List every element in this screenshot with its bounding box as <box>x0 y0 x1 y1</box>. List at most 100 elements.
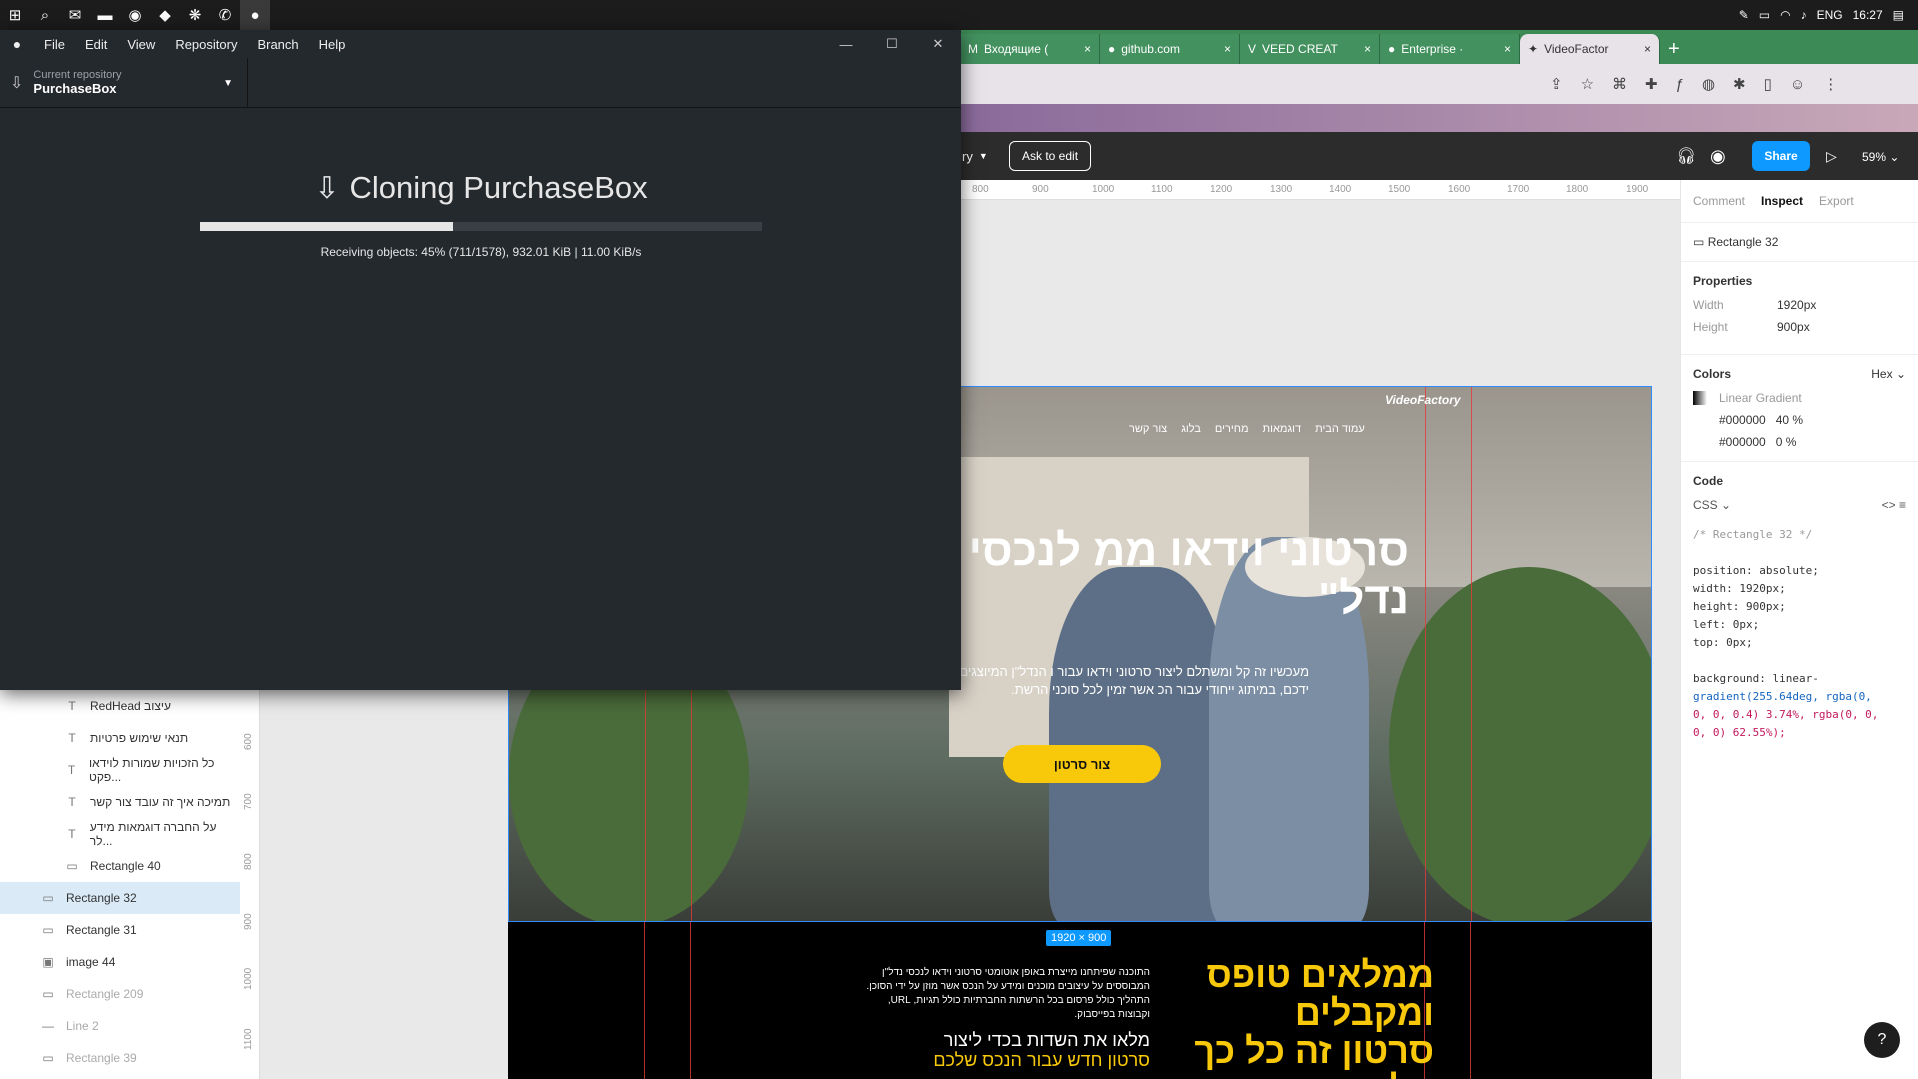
layer-item[interactable]: ▭ Rectangle 31 <box>0 914 240 946</box>
css-code-block[interactable]: /* Rectangle 32 */ position: absolute; w… <box>1693 526 1906 742</box>
layer-item[interactable]: ▣ image 44 <box>0 946 240 978</box>
file-explorer-icon[interactable]: ▬ <box>90 0 120 30</box>
minimize-icon[interactable]: — <box>823 30 869 58</box>
mail-icon[interactable]: ✉ <box>60 0 90 30</box>
bookmark-star-icon[interactable]: ☆ <box>1581 75 1594 93</box>
headphones-icon[interactable]: 🎧︎ <box>1676 146 1696 166</box>
nav-item[interactable]: צור קשר <box>1129 423 1167 435</box>
taskbar: ⊞ ⌕ ✉ ▬ ◉ ◆ ❋ ✆ ● ✎ ▭ ◠ ♪ ENG 16:27 ▤ <box>0 0 1918 30</box>
chrome-tab[interactable]: ● Enterprise · × <box>1380 34 1520 64</box>
layer-item[interactable]: T תנאי שימוש פרטיות <box>0 722 240 754</box>
properties-heading: Properties <box>1693 274 1753 288</box>
tab-label: Входящие ( <box>984 42 1049 56</box>
file-name-caret[interactable]: ry <box>962 149 973 164</box>
clock[interactable]: 16:27 <box>1853 8 1883 22</box>
close-icon[interactable]: × <box>1224 42 1231 56</box>
layer-item[interactable]: T כל הזכויות שמורות לוידאו פקט... <box>0 754 240 786</box>
pen-icon[interactable]: ✎ <box>1739 8 1749 22</box>
chrome-tab-active[interactable]: ✦ VideoFactor × <box>1520 34 1660 64</box>
tab-comment[interactable]: Comment <box>1693 194 1745 208</box>
whatsapp-icon[interactable]: ✆ <box>210 0 240 30</box>
create-video-button[interactable]: צור סרטון <box>1003 745 1161 783</box>
search-icon[interactable]: ⌕ <box>30 0 60 30</box>
nav-item[interactable]: מחירים <box>1215 423 1249 435</box>
menu-repository[interactable]: Repository <box>165 37 247 52</box>
layer-item[interactable]: T על החברה דוגמאות מידע לר... <box>0 818 240 850</box>
app-icon[interactable]: ❋ <box>180 0 210 30</box>
extension-icon[interactable]: ✚ <box>1645 75 1658 93</box>
maximize-icon[interactable]: ☐ <box>869 30 915 58</box>
vscode-icon[interactable]: ◆ <box>150 0 180 30</box>
menu-icon[interactable]: ⋮ <box>1823 75 1838 93</box>
width-value[interactable]: 1920px <box>1777 298 1816 312</box>
chevron-down-icon[interactable]: ▼ <box>979 151 988 161</box>
language-indicator[interactable]: ENG <box>1817 8 1843 22</box>
help-button[interactable]: ? <box>1864 1022 1900 1058</box>
code-line: position: absolute; <box>1693 564 1819 577</box>
chrome-tab[interactable]: ● github.com × <box>1100 34 1240 64</box>
volume-icon[interactable]: ♪ <box>1801 8 1807 22</box>
menu-edit[interactable]: Edit <box>75 37 117 52</box>
menu-view[interactable]: View <box>117 37 165 52</box>
code-line: 0, 0) 62.55%); <box>1693 726 1786 739</box>
nav-item[interactable]: עמוד הבית <box>1315 423 1365 435</box>
close-icon[interactable]: ✕ <box>915 30 961 58</box>
zoom-value: 59% <box>1862 150 1887 164</box>
color-format-dropdown[interactable]: Hex ⌄ <box>1871 367 1906 381</box>
user-avatar[interactable]: ◉ <box>1710 146 1726 167</box>
zoom-level[interactable]: 59% ⌄ <box>1862 150 1899 164</box>
extension-icon[interactable]: ◍ <box>1702 75 1715 93</box>
new-tab-button[interactable]: + <box>1660 34 1700 64</box>
ruler-label: 1700 <box>1507 184 1530 195</box>
tab-inspect[interactable]: Inspect <box>1761 194 1803 208</box>
close-icon[interactable]: × <box>1644 42 1651 56</box>
battery-icon[interactable]: ▭ <box>1759 8 1770 22</box>
layer-item[interactable]: ▭ Rectangle 39 <box>0 1042 240 1074</box>
menu-branch[interactable]: Branch <box>247 37 308 52</box>
present-play-icon[interactable]: ▷ <box>1826 148 1837 165</box>
tab-label: VEED CREAT <box>1262 42 1338 56</box>
extension-icon[interactable]: ƒ <box>1676 76 1684 93</box>
translate-icon[interactable]: ⌘ <box>1612 75 1627 93</box>
code-view-icon[interactable]: <> <box>1882 498 1896 512</box>
gradient-stop-color[interactable]: #000000 <box>1719 413 1766 427</box>
ask-to-edit-button[interactable]: Ask to edit <box>1009 141 1092 171</box>
github-desktop-window: ● File Edit View Repository Branch Help … <box>0 30 961 690</box>
nav-item[interactable]: דוגמאות <box>1263 423 1302 435</box>
chrome-tab[interactable]: V VEED CREAT × <box>1240 34 1380 64</box>
layer-item[interactable]: T RedHead עיצוב <box>0 690 240 722</box>
menu-help[interactable]: Help <box>309 37 356 52</box>
close-icon[interactable]: × <box>1504 42 1511 56</box>
chrome-icon[interactable]: ◉ <box>120 0 150 30</box>
layer-item-selected[interactable]: ▭ Rectangle 32 <box>0 882 240 914</box>
dropdown-caret-icon: ▼ <box>223 78 233 89</box>
code-line: gradient(255.64deg, rgba(0, <box>1693 690 1872 703</box>
list-view-icon[interactable]: ≡ <box>1899 498 1906 512</box>
nav-item[interactable]: בלוג <box>1181 423 1201 435</box>
profile-avatar[interactable]: ☺ <box>1790 76 1805 93</box>
share-page-icon[interactable]: ⇪ <box>1550 75 1563 93</box>
close-icon[interactable]: × <box>1364 42 1371 56</box>
extensions-puzzle-icon[interactable]: ✱ <box>1733 75 1746 93</box>
gradient-stop-color[interactable]: #000000 <box>1719 435 1766 449</box>
chrome-tab[interactable]: M Входящие (× <box>960 34 1100 64</box>
wifi-icon[interactable]: ◠ <box>1780 8 1790 22</box>
windows-start-icon[interactable]: ⊞ <box>0 0 30 30</box>
height-value[interactable]: 900px <box>1777 320 1810 334</box>
layer-item[interactable]: ▭ Rectangle 209 <box>0 978 240 1010</box>
menu-file[interactable]: File <box>34 37 75 52</box>
notifications-icon[interactable]: ▤ <box>1893 8 1904 22</box>
layer-item[interactable]: — Line 2 <box>0 1010 240 1042</box>
hero-tree <box>1389 567 1651 921</box>
code-language-dropdown[interactable]: CSS ⌄ <box>1693 498 1731 512</box>
tab-export[interactable]: Export <box>1819 194 1854 208</box>
layer-item[interactable]: ▭ Rectangle 40 <box>0 850 240 882</box>
gradient-swatch[interactable] <box>1693 391 1707 405</box>
close-icon[interactable]: × <box>1084 42 1091 56</box>
current-repository-dropdown[interactable]: ⇩ Current repository PurchaseBox ▼ <box>0 58 248 107</box>
side-panel-icon[interactable]: ▯ <box>1764 75 1772 93</box>
layer-item[interactable]: T תמיכה איך זה עובד צור קשר <box>0 786 240 818</box>
github-desktop-icon[interactable]: ● <box>240 0 270 30</box>
ruler-label: 1100 <box>1151 184 1173 195</box>
share-button[interactable]: Share <box>1752 141 1810 171</box>
